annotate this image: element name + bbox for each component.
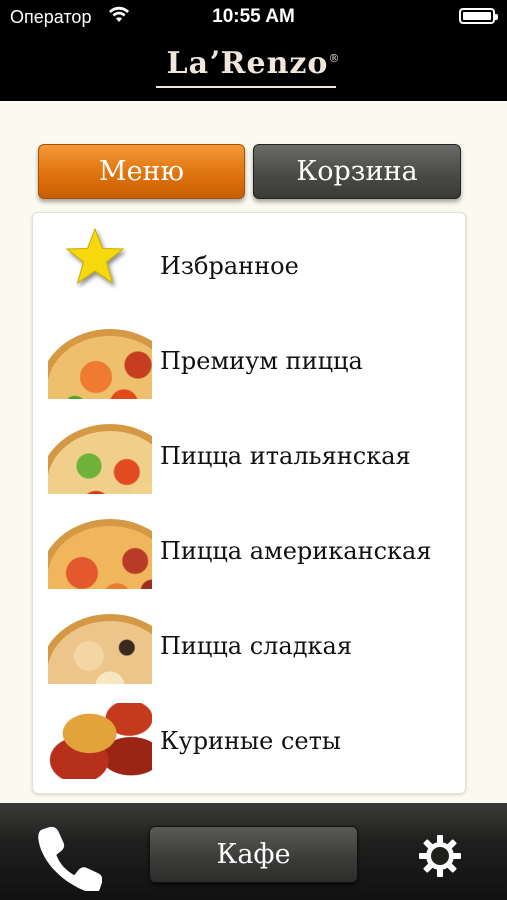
list-item-italian-pizza[interactable]: Пицца итальянская (33, 403, 465, 498)
pizza-thumb (48, 608, 152, 684)
brand-right: Renzo (220, 46, 329, 81)
list-item-premium-pizza[interactable]: Премиум пицца (33, 308, 465, 403)
gear-icon[interactable] (418, 834, 462, 878)
clock: 10:55 AM (212, 6, 295, 27)
list-item-label: Куриные сеты (160, 727, 342, 755)
list-item-label: Пицца сладкая (160, 632, 352, 660)
list-item-favorites[interactable]: Избранное (33, 213, 465, 308)
list-item-label: Премиум пицца (160, 347, 363, 375)
battery-icon (459, 8, 498, 24)
brand-logo: LaʼRenzo® (166, 46, 341, 81)
list-item-label: Пицца американская (160, 537, 432, 565)
registered-mark: ® (328, 52, 341, 65)
pizza-thumb (48, 323, 152, 399)
tab-cart[interactable]: Корзина (253, 144, 461, 199)
pizza-thumb (48, 418, 152, 494)
brand-left: La (166, 46, 210, 81)
list-item-american-pizza[interactable]: Пицца американская (33, 498, 465, 593)
list-item-label: Пицца итальянская (160, 442, 411, 470)
list-item-label: Избранное (160, 252, 299, 280)
list-item-chicken-sets[interactable]: Куриные сеты (33, 688, 465, 783)
phone-icon[interactable] (34, 823, 102, 891)
pizza-thumb (48, 513, 152, 589)
cafe-button[interactable]: Кафе (149, 826, 358, 883)
list-item-sweet-pizza[interactable]: Пицца сладкая (33, 593, 465, 688)
logo-underline (156, 86, 336, 88)
tab-menu[interactable]: Меню (38, 144, 245, 199)
status-bar: Оператор 10:55 AM (0, 0, 507, 34)
star-icon (65, 227, 125, 285)
chicken-thumb (48, 703, 152, 779)
header-bar: Оператор 10:55 AM LaʼRenzo® (0, 0, 507, 101)
menu-list: Избранное Премиум пицца Пицца итальянска… (32, 212, 466, 794)
